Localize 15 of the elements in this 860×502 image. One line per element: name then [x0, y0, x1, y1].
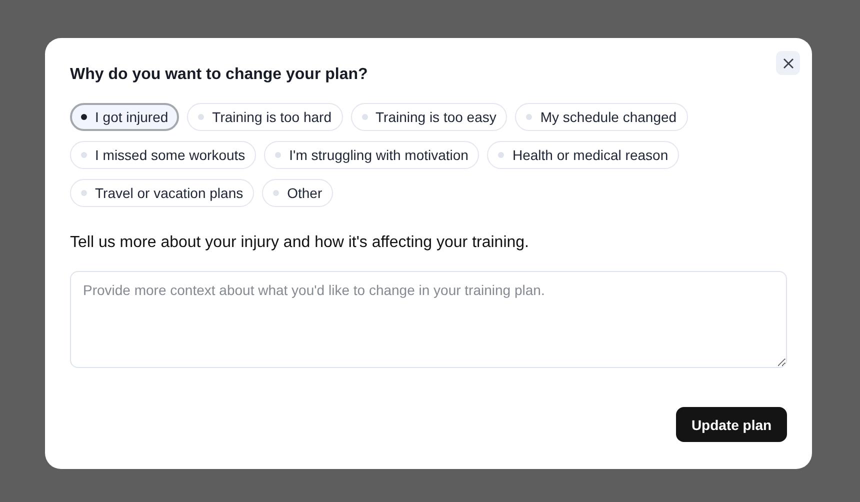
dialog-title: Why do you want to change your plan? [70, 65, 369, 85]
reason-chip[interactable]: I'm struggling with motivation [264, 141, 480, 169]
reason-chip[interactable]: I got injured [70, 103, 180, 131]
reason-chip[interactable]: Travel or vacation plans [70, 179, 254, 207]
reason-chip[interactable]: My schedule changed [515, 103, 688, 131]
reason-chip[interactable]: Training is too easy [350, 103, 508, 131]
reason-chip[interactable]: Other [262, 179, 334, 207]
reason-chip[interactable]: Training is too hard [187, 103, 342, 131]
details-field[interactable]: Provide more context about what you'd like to change in your training plan. [70, 271, 787, 368]
update-plan-button[interactable]: Update plan [676, 407, 787, 442]
close-icon [782, 58, 794, 68]
reason-chip[interactable]: Health or medical reason [487, 141, 680, 169]
close-button[interactable] [776, 51, 800, 75]
reason-chip[interactable]: I missed some workouts [70, 141, 256, 169]
details-prompt: Tell us more about your injury and how it's affecting your training. [70, 233, 530, 253]
